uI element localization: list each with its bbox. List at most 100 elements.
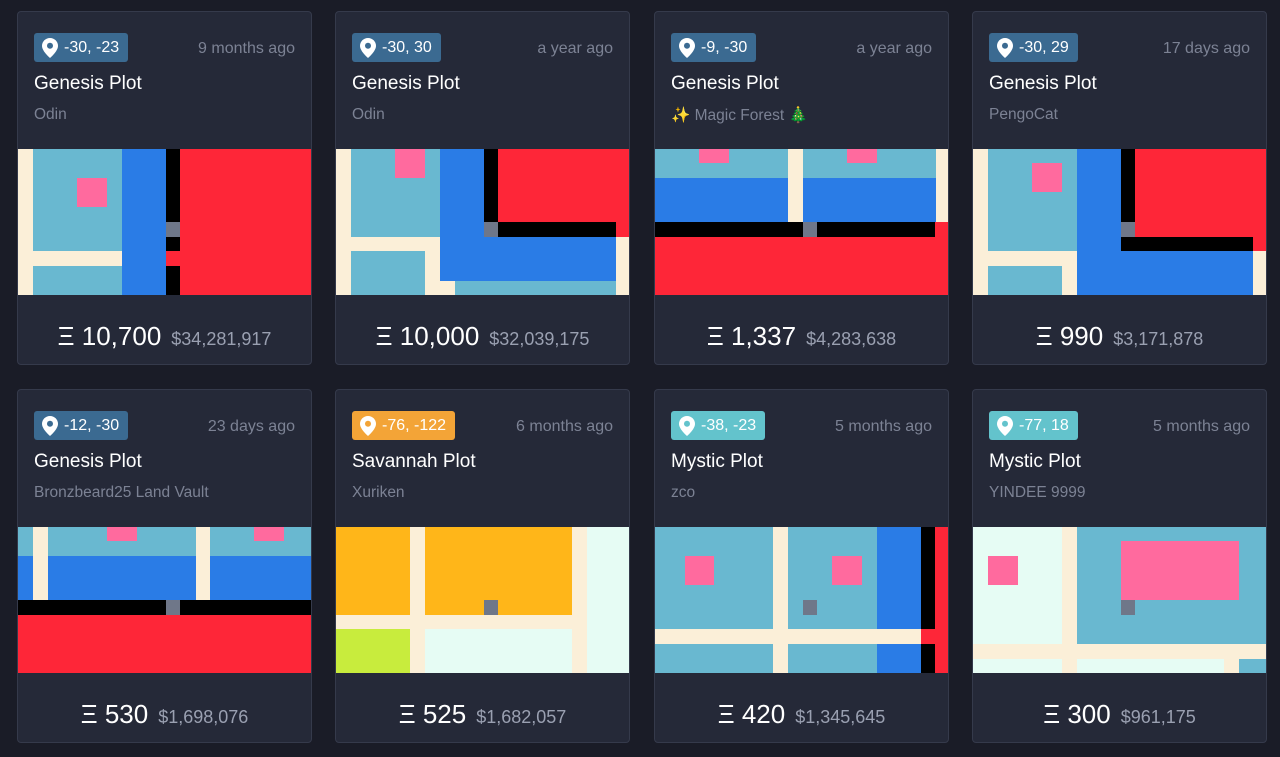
price-row: Ξ 525 $1,682,057 (336, 699, 629, 730)
eth-symbol: Ξ (80, 699, 98, 729)
owner-name[interactable]: PengoCat (989, 106, 1058, 124)
plot-map-thumbnail[interactable] (18, 527, 312, 673)
map-pin-icon (997, 415, 1013, 436)
plot-type: Genesis Plot (989, 73, 1097, 94)
listing-card[interactable]: -12, -30 23 days ago Genesis Plot Bronzb… (17, 389, 312, 743)
plot-map-thumbnail[interactable] (18, 149, 312, 295)
coordinates-badge: -77, 18 (989, 411, 1078, 440)
listing-card[interactable]: -30, 29 17 days ago Genesis Plot PengoCa… (972, 11, 1267, 365)
coordinates-text: -30, -23 (64, 38, 120, 56)
eth-symbol: Ξ (1043, 699, 1061, 729)
plot-type: Mystic Plot (989, 451, 1081, 472)
plot-type: Savannah Plot (352, 451, 476, 472)
plot-map-thumbnail[interactable] (655, 527, 949, 673)
plot-map-thumbnail[interactable] (973, 527, 1267, 673)
price-eth: Ξ 10,700 (58, 321, 162, 351)
map-pin-icon (42, 37, 58, 58)
price-usd: $1,345,645 (795, 707, 886, 727)
price-eth-value: 10,700 (81, 321, 162, 351)
owner-name[interactable]: ✨ Magic Forest 🎄 (671, 106, 808, 125)
plot-map-thumbnail[interactable] (336, 527, 630, 673)
price-eth-value: 525 (422, 699, 467, 729)
price-usd: $3,171,878 (1113, 329, 1204, 349)
map-pin-icon (42, 415, 58, 436)
coordinates-badge: -12, -30 (34, 411, 129, 440)
plot-type: Mystic Plot (671, 451, 763, 472)
map-pin-icon (679, 415, 695, 436)
owner-name[interactable]: zco (671, 484, 695, 502)
price-eth-value: 10,000 (399, 321, 480, 351)
price-usd: $4,283,638 (806, 329, 897, 349)
listings-grid: -30, -23 9 months ago Genesis Plot Odin … (0, 0, 1280, 757)
owner-name[interactable]: Xuriken (352, 484, 405, 502)
price-eth: Ξ 525 (399, 699, 467, 729)
price-row: Ξ 300 $961,175 (973, 699, 1266, 730)
listing-card[interactable]: -38, -23 5 months ago Mystic Plot zco Ξ … (654, 389, 949, 743)
eth-symbol: Ξ (57, 321, 75, 351)
plot-map-thumbnail[interactable] (655, 149, 949, 295)
listing-card[interactable]: -77, 18 5 months ago Mystic Plot YINDEE … (972, 389, 1267, 743)
plot-type: Genesis Plot (352, 73, 460, 94)
price-eth: Ξ 10,000 (376, 321, 480, 351)
price-eth: Ξ 530 (81, 699, 149, 729)
eth-symbol: Ξ (706, 321, 724, 351)
coordinates-text: -38, -23 (701, 416, 757, 434)
coordinates-badge: -76, -122 (352, 411, 456, 440)
price-usd: $34,281,917 (171, 329, 272, 349)
price-eth: Ξ 990 (1036, 321, 1104, 351)
owner-name[interactable]: Odin (34, 106, 67, 124)
price-usd: $1,698,076 (158, 707, 249, 727)
listing-card[interactable]: -30, 30 a year ago Genesis Plot Odin Ξ 1… (335, 11, 630, 365)
map-pin-icon (360, 37, 376, 58)
coordinates-badge: -30, 30 (352, 33, 441, 62)
price-row: Ξ 990 $3,171,878 (973, 321, 1266, 352)
price-eth-value: 1,337 (730, 321, 797, 351)
listing-card[interactable]: -9, -30 a year ago Genesis Plot ✨ Magic … (654, 11, 949, 365)
eth-symbol: Ξ (717, 699, 735, 729)
listing-age: a year ago (856, 40, 932, 57)
coordinates-badge: -38, -23 (671, 411, 766, 440)
price-row: Ξ 1,337 $4,283,638 (655, 321, 948, 352)
price-row: Ξ 10,000 $32,039,175 (336, 321, 629, 352)
eth-symbol: Ξ (375, 321, 393, 351)
owner-name[interactable]: Odin (352, 106, 385, 124)
listing-age: 9 months ago (198, 40, 295, 57)
owner-name[interactable]: Bronzbeard25 Land Vault (34, 484, 209, 502)
owner-name[interactable]: YINDEE 9999 (989, 484, 1086, 502)
plot-type: Genesis Plot (34, 451, 142, 472)
coordinates-badge: -30, -23 (34, 33, 129, 62)
plot-type: Genesis Plot (671, 73, 779, 94)
plot-type: Genesis Plot (34, 73, 142, 94)
coordinates-text: -76, -122 (382, 416, 447, 434)
price-eth-value: 300 (1067, 699, 1111, 729)
price-usd: $961,175 (1120, 707, 1196, 727)
price-row: Ξ 420 $1,345,645 (655, 699, 948, 730)
price-row: Ξ 10,700 $34,281,917 (18, 321, 311, 352)
listing-card[interactable]: -76, -122 6 months ago Savannah Plot Xur… (335, 389, 630, 743)
eth-symbol: Ξ (398, 699, 416, 729)
price-usd: $32,039,175 (489, 329, 590, 349)
listing-age: 5 months ago (1153, 418, 1250, 435)
listing-age: 5 months ago (835, 418, 932, 435)
coordinates-badge: -9, -30 (671, 33, 757, 62)
listing-age: a year ago (537, 40, 613, 57)
map-pin-icon (360, 415, 376, 436)
price-eth-value: 530 (104, 699, 149, 729)
map-pin-icon (679, 37, 695, 58)
plot-map-thumbnail[interactable] (336, 149, 630, 295)
coordinates-badge: -30, 29 (989, 33, 1078, 62)
price-eth: Ξ 300 (1043, 699, 1111, 729)
listing-age: 6 months ago (516, 418, 613, 435)
coordinates-text: -30, 29 (1019, 38, 1069, 56)
price-eth: Ξ 420 (718, 699, 786, 729)
coordinates-text: -30, 30 (382, 38, 432, 56)
eth-symbol: Ξ (1035, 321, 1053, 351)
listing-age: 17 days ago (1162, 40, 1250, 57)
price-eth-value: 990 (1059, 321, 1104, 351)
price-usd: $1,682,057 (476, 707, 567, 727)
price-row: Ξ 530 $1,698,076 (18, 699, 311, 730)
coordinates-text: -77, 18 (1019, 416, 1069, 434)
coordinates-text: -12, -30 (64, 416, 120, 434)
listing-card[interactable]: -30, -23 9 months ago Genesis Plot Odin … (17, 11, 312, 365)
plot-map-thumbnail[interactable] (973, 149, 1267, 295)
